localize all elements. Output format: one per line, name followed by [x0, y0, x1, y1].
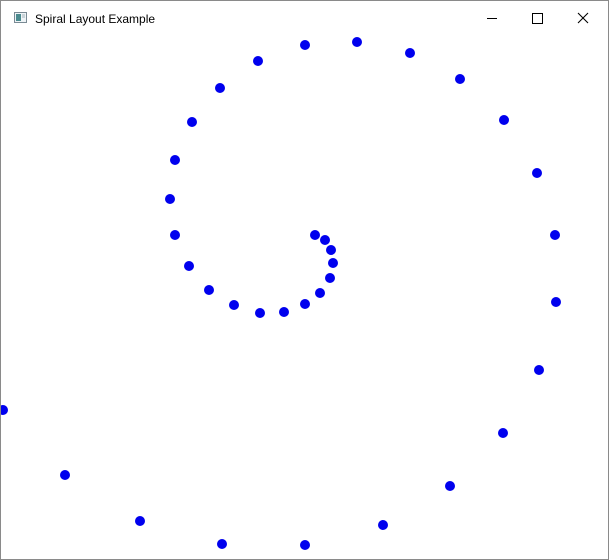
spiral-dot — [255, 308, 265, 318]
spiral-dot — [325, 273, 335, 283]
spiral-dot — [135, 516, 145, 526]
minimize-icon — [487, 18, 497, 19]
app-icon — [14, 12, 27, 23]
minimize-button[interactable] — [469, 1, 515, 33]
spiral-dot — [300, 40, 310, 50]
spiral-dot — [534, 365, 544, 375]
app-window: Spiral Layout Example — [0, 0, 609, 560]
spiral-dot — [326, 245, 336, 255]
window-title: Spiral Layout Example — [35, 12, 156, 26]
spiral-dot — [204, 285, 214, 295]
spiral-dot — [300, 540, 310, 550]
spiral-dot — [532, 168, 542, 178]
spiral-dot — [229, 300, 239, 310]
spiral-dot — [378, 520, 388, 530]
spiral-dot — [184, 261, 194, 271]
spiral-dot — [498, 428, 508, 438]
spiral-dot — [320, 235, 330, 245]
maximize-icon — [532, 13, 543, 24]
spiral-dot — [279, 307, 289, 317]
spiral-dot — [187, 117, 197, 127]
spiral-dot — [60, 470, 70, 480]
spiral-dot — [300, 299, 310, 309]
spiral-dot — [310, 230, 320, 240]
spiral-dot — [352, 37, 362, 47]
spiral-dot — [215, 83, 225, 93]
spiral-drawing — [1, 37, 561, 550]
spiral-dot — [1, 405, 8, 415]
spiral-dot — [165, 194, 175, 204]
spiral-dot — [499, 115, 509, 125]
spiral-dot — [551, 297, 561, 307]
maximize-button[interactable] — [515, 1, 561, 33]
spiral-dot — [405, 48, 415, 58]
spiral-dot — [315, 288, 325, 298]
spiral-dot — [328, 258, 338, 268]
spiral-dot — [217, 539, 227, 549]
spiral-canvas — [1, 33, 608, 559]
close-icon — [577, 12, 589, 24]
spiral-dot — [253, 56, 263, 66]
spiral-dot — [455, 74, 465, 84]
title-bar[interactable]: Spiral Layout Example — [1, 1, 608, 33]
spiral-dot — [445, 481, 455, 491]
spiral-dot — [550, 230, 560, 240]
spiral-dot — [170, 155, 180, 165]
spiral-dot — [170, 230, 180, 240]
close-button[interactable] — [561, 1, 607, 33]
